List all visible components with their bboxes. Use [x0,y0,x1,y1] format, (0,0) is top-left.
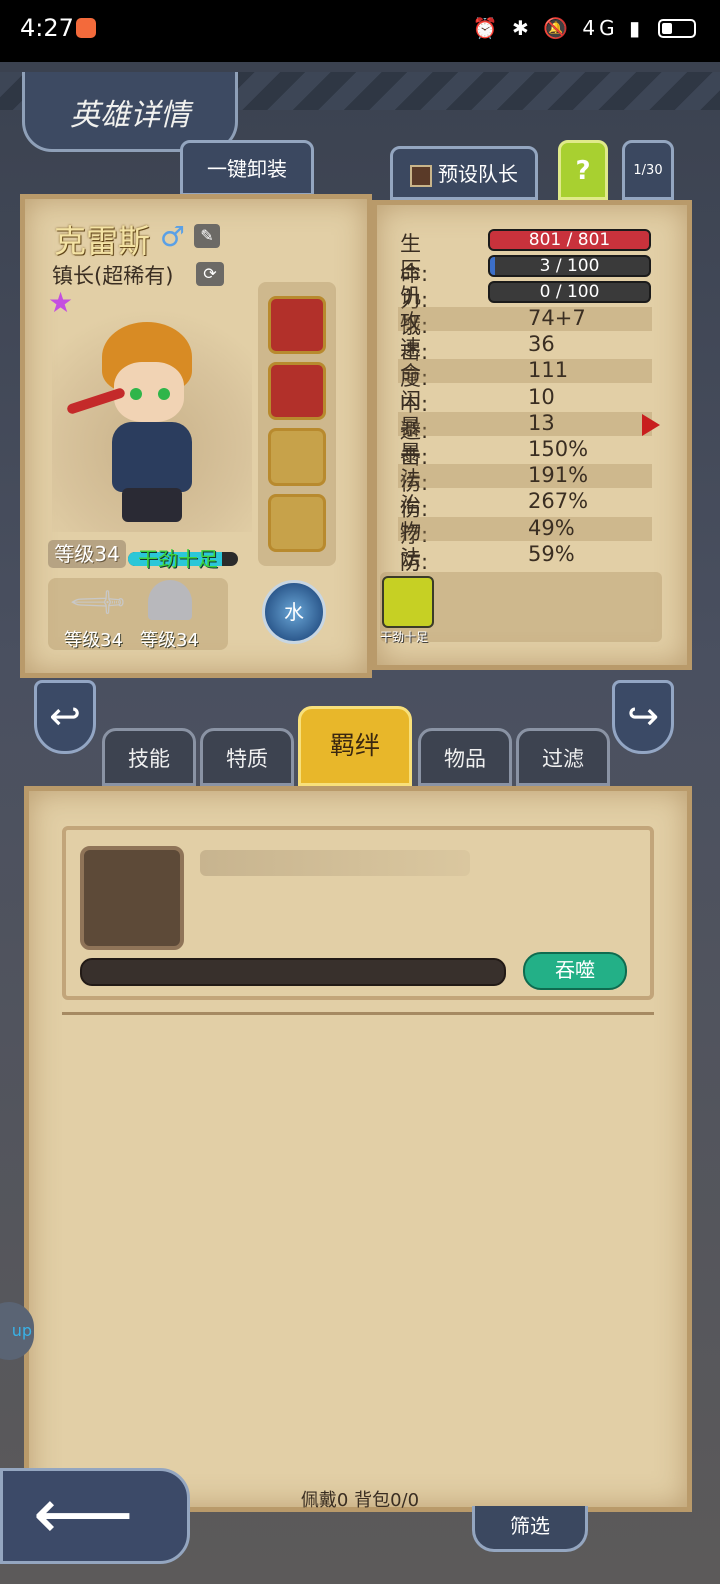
tab-skills[interactable]: 技能 [102,728,196,786]
stat-value: 74+7 [528,306,586,330]
stat-bar-fill [490,257,495,275]
change-class-icon[interactable]: ⟳ [196,262,224,286]
rename-icon[interactable]: ✎ [194,224,220,248]
stat-stripe [398,359,652,384]
stat-bar: 801 / 801 [488,229,651,251]
bond-item-name-placeholder [200,850,470,876]
back-button[interactable]: ⟵ [0,1468,190,1564]
equip-bag-count: 佩戴0 背包0/0 [300,1490,420,1511]
devour-button[interactable]: 吞噬 [523,952,627,990]
helmet-icon[interactable] [148,580,192,620]
stat-value: 59% [528,541,575,566]
gender-male-icon: ♂ [160,220,186,253]
unequip-all-button[interactable]: 一键卸装 [180,140,314,196]
page-title: 英雄详情 [70,98,190,133]
tab-filter[interactable]: 过滤 [516,728,610,786]
stat-stripe [398,307,652,331]
hero-portrait[interactable] [52,292,252,532]
element-water-icon[interactable]: 水 [262,580,326,644]
floating-side-tag[interactable]: up [0,1302,34,1360]
app-notification-icon [76,18,96,38]
shield-icon[interactable] [268,428,326,486]
battery-icon [658,19,696,38]
stat-value: 111 [528,358,569,383]
bond-exp-bar [80,958,506,986]
trait-energetic-icon[interactable] [382,576,434,628]
hero-legs [122,488,182,522]
stat-stripe [398,516,652,541]
stat-bar: 3 / 100 [488,255,651,277]
stat-value: 267% [528,489,589,514]
accessory-slot-2-icon[interactable] [268,362,326,420]
status-icons: ⏰ ✱ 🔕 4G ▮ [472,16,644,40]
checkbox-icon[interactable] [410,164,432,187]
stat-bar-text: 3 / 100 [539,256,600,276]
stat-stripe [398,464,652,489]
accessory-slot-1-icon[interactable] [268,296,326,354]
expand-stats-arrow-icon[interactable] [642,414,660,436]
preset-leader-button[interactable]: 预设队长 [390,146,538,200]
bond-item-slot[interactable] [80,846,184,950]
mood-label: 干劲十足 [138,547,218,571]
help-button[interactable]: ? [558,140,608,200]
ring-icon[interactable] [268,494,326,552]
stat-stripe [398,411,652,436]
next-hero-button[interactable]: ↪ [612,680,674,754]
divider [62,1012,654,1015]
stat-bar-text: 0 / 100 [539,282,600,302]
stat-value: 36 [528,332,555,357]
stat-value: 150% [528,437,589,461]
status-bar: 4:27 ⏰ ✱ 🔕 4G ▮ [0,0,720,62]
filter-button[interactable]: 筛选 [472,1506,588,1552]
prev-hero-button[interactable]: ↩ [34,680,96,754]
stat-value: 10 [528,384,555,409]
hero-level: 等级34 [48,540,126,568]
clock: 4:27 [20,14,74,42]
hero-body [112,422,192,492]
page-counter: 1/30 [622,140,674,200]
tab-bonds[interactable]: 羁绊 [298,706,412,786]
weapon-level: 等级34 [64,630,123,651]
stat-value: 13 [528,410,555,435]
stat-value: 191% [528,463,589,488]
tab-items[interactable]: 物品 [418,728,512,786]
armor-level: 等级34 [140,630,199,651]
hero-name: 克雷斯 [54,222,151,260]
stat-value: 49% [528,515,575,540]
preset-leader-label: 预设队长 [438,162,518,186]
stat-bar-text: 801 / 801 [528,230,611,250]
hero-eye [130,388,142,400]
hero-eye [158,388,170,400]
stat-bar: 0 / 100 [488,281,651,303]
tab-traits[interactable]: 特质 [200,728,294,786]
trait-label: 干劲十足 [380,630,429,644]
